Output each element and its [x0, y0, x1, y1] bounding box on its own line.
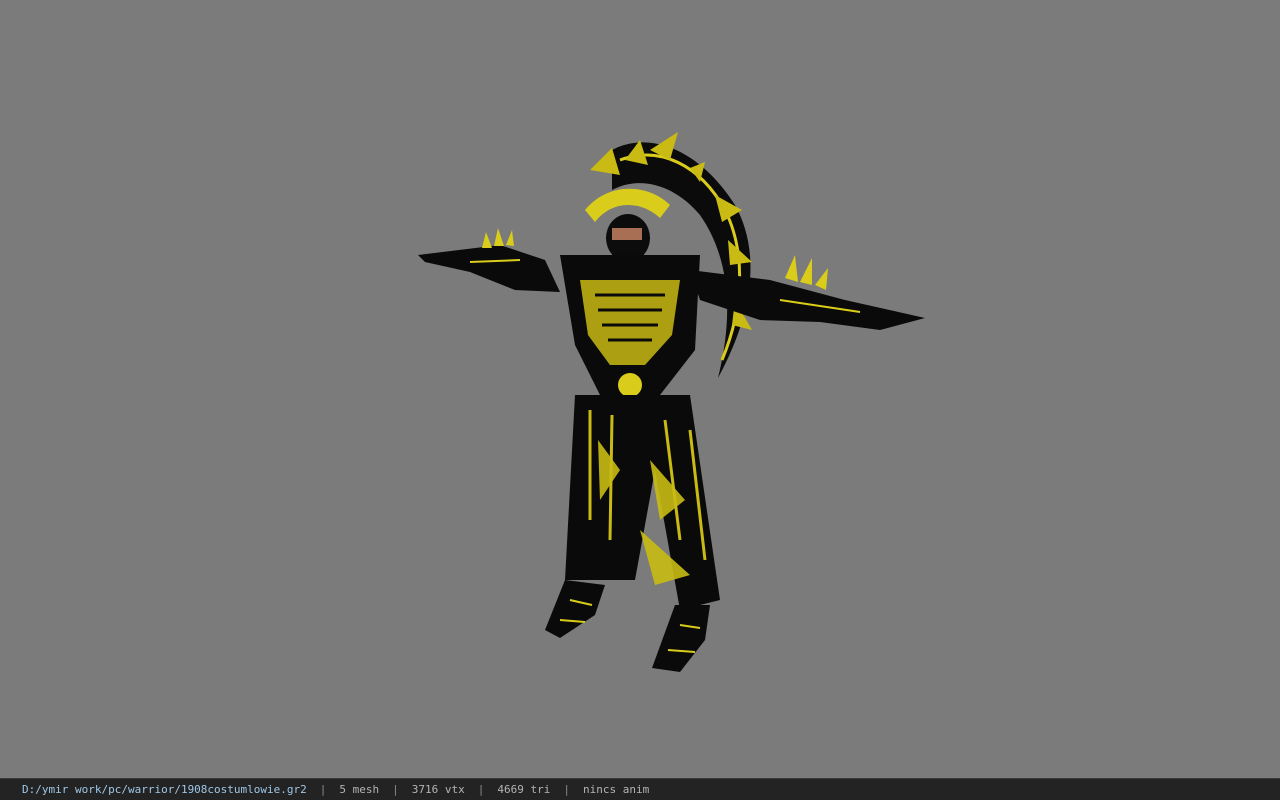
character-model-render: [418, 132, 925, 672]
model-left-boot: [545, 580, 605, 638]
status-animation: nincs anim: [583, 783, 650, 796]
status-triangle-count: 4669 tri: [497, 783, 551, 796]
status-file-path: D:/ymir work/pc/warrior/1908costumlowie.…: [22, 783, 307, 796]
model-right-boot: [652, 605, 710, 672]
status-vertex-count: 3716 vtx: [411, 783, 465, 796]
model-left-arm: [418, 245, 560, 292]
model-viewport[interactable]: [0, 0, 1280, 778]
status-separator: |: [563, 783, 570, 796]
model-robe: [565, 395, 720, 610]
status-separator: |: [392, 783, 399, 796]
status-mesh-count: 5 mesh: [339, 783, 380, 796]
warrior-costume-model: [418, 132, 925, 672]
status-separator: |: [319, 783, 327, 796]
status-bar: D:/ymir work/pc/warrior/1908costumlowie.…: [0, 778, 1280, 800]
status-separator: |: [477, 783, 485, 796]
